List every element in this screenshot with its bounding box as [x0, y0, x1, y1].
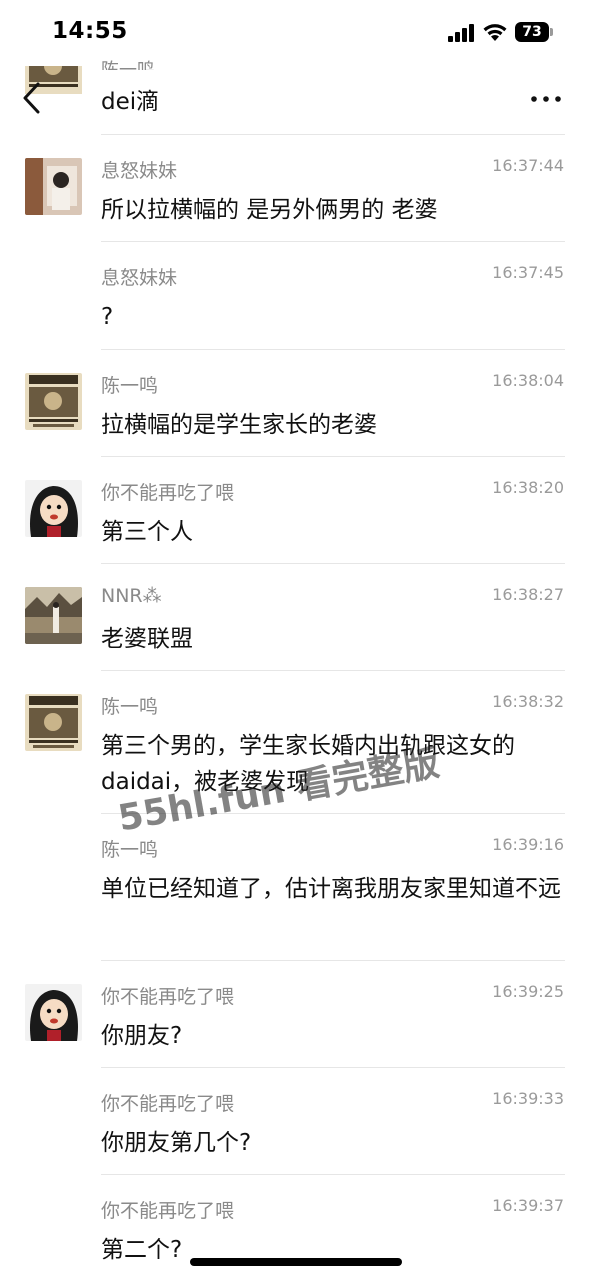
divider — [101, 960, 565, 961]
battery-level: 73 — [522, 24, 542, 40]
message-time: 16:39:33 — [492, 1089, 564, 1108]
message-text: ? — [101, 304, 114, 330]
avatar-cartoon-girl[interactable] — [25, 984, 82, 1041]
chat-screen: { "status_bar": { "time": "14:55", "batt… — [0, 0, 591, 1280]
status-time: 14:55 — [52, 18, 128, 44]
partial-sender-name: 陈一鸣 — [101, 56, 155, 70]
more-dots-icon[interactable] — [531, 96, 561, 102]
divider — [101, 241, 565, 242]
wifi-icon — [483, 24, 507, 41]
message-time: 16:38:04 — [492, 371, 564, 390]
message-time: 16:37:44 — [492, 156, 564, 175]
message-time: 16:37:45 — [492, 263, 564, 282]
sender-name: 你不能再吃了喂 — [101, 986, 235, 1008]
message-time: 16:39:16 — [492, 835, 564, 854]
sender-name: 陈一鸣 — [101, 375, 159, 397]
divider — [101, 134, 565, 135]
message-text: 老婆联盟 — [101, 626, 193, 652]
message-text: 你朋友? — [101, 1023, 183, 1049]
message-text: 拉横幅的是学生家长的老婆 — [101, 412, 377, 438]
message-text: 你朋友第几个? — [101, 1130, 252, 1156]
sender-name: 你不能再吃了喂 — [101, 482, 235, 504]
avatar-wanted-poster[interactable] — [25, 373, 82, 430]
battery-icon: 73 — [515, 22, 553, 42]
sender-name: 你不能再吃了喂 — [101, 1200, 235, 1222]
avatar-cartoon-girl[interactable] — [25, 480, 82, 537]
sender-name: 你不能再吃了喂 — [101, 1093, 235, 1115]
avatar-photo-scenery[interactable] — [25, 587, 82, 644]
divider — [101, 670, 565, 671]
divider — [101, 349, 565, 350]
signal-icon — [448, 24, 474, 42]
chevron-left-icon[interactable] — [22, 82, 42, 114]
divider — [101, 456, 565, 457]
message-time: 16:39:37 — [492, 1196, 564, 1215]
sender-name: NNR⁂ — [101, 585, 162, 607]
status-bar: 14:55 73 — [0, 0, 591, 66]
avatar-photo-woman[interactable] — [25, 158, 82, 215]
message-time: 16:39:25 — [492, 982, 564, 1001]
divider — [101, 563, 565, 564]
sender-name: 息怒妹妹 — [101, 160, 178, 182]
sender-name: 陈一鸣 — [101, 696, 159, 718]
header-title: dei滴 — [101, 89, 160, 115]
avatar-wanted-poster[interactable] — [25, 694, 82, 751]
message-text: 第三个人 — [101, 519, 193, 545]
message-text: 单位已经知道了，估计离我朋友家里知道不远 — [101, 876, 561, 902]
message-time: 16:38:32 — [492, 692, 564, 711]
message-time: 16:38:20 — [492, 478, 564, 497]
divider — [101, 1067, 565, 1068]
message-text: 所以拉横幅的 是另外俩男的 老婆 — [101, 197, 438, 223]
home-indicator[interactable] — [190, 1258, 402, 1266]
message-time: 16:38:27 — [492, 585, 564, 604]
sender-name: 息怒妹妹 — [101, 267, 178, 289]
divider — [101, 1174, 565, 1175]
